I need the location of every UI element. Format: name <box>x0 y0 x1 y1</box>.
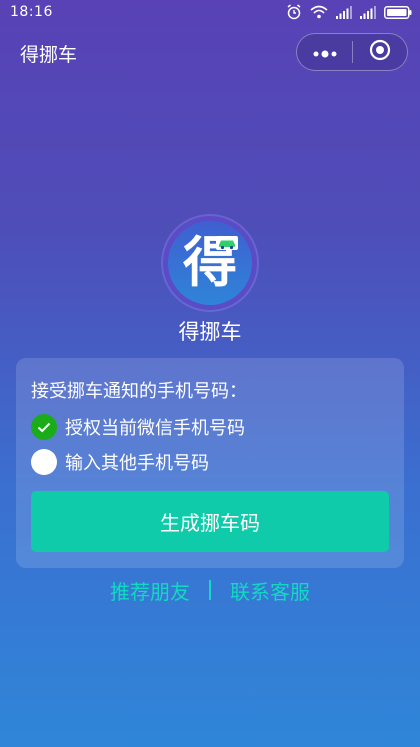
link-divider <box>209 580 211 600</box>
more-button[interactable] <box>297 34 352 70</box>
signal-icon <box>336 5 352 19</box>
generate-code-button[interactable]: 生成挪车码 <box>31 491 389 552</box>
close-button[interactable] <box>353 34 407 70</box>
phone-number-card: 接受挪车通知的手机号码： 授权当前微信手机号码 输入其他手机号码 生成挪车码 <box>16 358 404 568</box>
nav-title: 得挪车 <box>20 44 78 66</box>
recommend-friends-link[interactable]: 推荐朋友 <box>110 576 190 605</box>
option-label: 输入其他手机号码 <box>65 453 209 474</box>
footer-links: 推荐朋友 联系客服 <box>0 574 420 606</box>
logo-character: 得 <box>183 231 237 294</box>
option-label: 授权当前微信手机号码 <box>65 418 245 439</box>
app-logo: 得 <box>163 216 257 310</box>
radio-checked[interactable] <box>31 414 57 440</box>
alarm-icon <box>286 4 302 20</box>
status-icons <box>286 3 412 21</box>
status-bar: 18:16 <box>0 0 420 24</box>
app-logo-inner: 得 <box>168 221 252 305</box>
wifi-icon <box>310 5 328 19</box>
mini-program-capsule <box>296 33 408 71</box>
signal-icon <box>360 5 376 19</box>
app-name: 得挪车 <box>178 320 242 344</box>
option-other-phone[interactable]: 输入其他手机号码 <box>31 448 209 476</box>
status-time: 18:16 <box>10 4 53 20</box>
more-dots-icon <box>313 43 337 62</box>
battery-icon <box>384 5 412 19</box>
checkmark-icon <box>37 422 51 432</box>
option-authorize-wechat-phone[interactable]: 授权当前微信手机号码 <box>31 413 245 441</box>
radio-unchecked[interactable] <box>31 449 57 475</box>
card-title: 接受挪车通知的手机号码： <box>31 381 247 402</box>
target-close-icon <box>369 39 391 65</box>
contact-support-link[interactable]: 联系客服 <box>230 576 310 605</box>
car-icon <box>216 235 238 254</box>
